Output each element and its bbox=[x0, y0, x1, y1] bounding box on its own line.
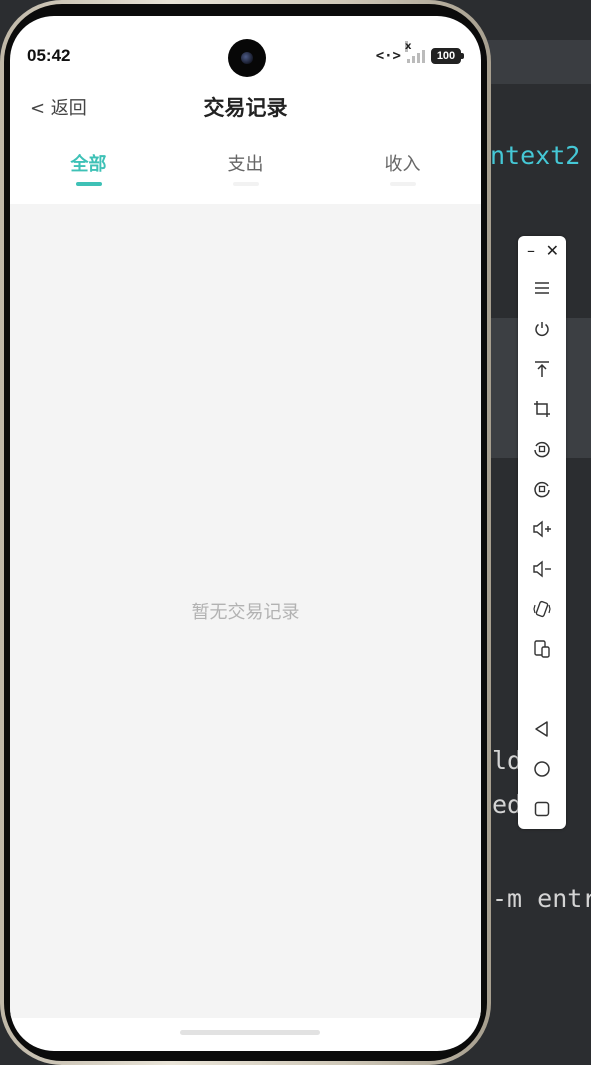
phone-frame: 05:42 <·> x 100 < 返回 交易记录 全部 支出 收入 暂无交易记… bbox=[0, 0, 491, 1065]
close-button[interactable]: ✕ bbox=[546, 242, 559, 266]
status-time: 05:42 bbox=[27, 46, 71, 65]
back-icon bbox=[535, 721, 548, 737]
phone-screen: 05:42 <·> x 100 < 返回 交易记录 全部 支出 收入 暂无交易记… bbox=[10, 16, 481, 1051]
shake-icon bbox=[533, 600, 551, 618]
emulator-toolbar-header: – ✕ bbox=[518, 236, 566, 266]
page-title: 交易记录 bbox=[203, 96, 288, 120]
volume-up-button[interactable] bbox=[518, 514, 566, 544]
tab-indicator bbox=[75, 182, 102, 186]
no-signal-mark: x bbox=[405, 41, 412, 52]
tab-label: 全部 bbox=[70, 154, 107, 175]
tab-label: 收入 bbox=[384, 154, 421, 175]
battery-icon: 100 bbox=[431, 48, 464, 64]
volume-up-icon bbox=[533, 520, 551, 538]
rotate-left-icon bbox=[534, 441, 550, 458]
tab-indicator bbox=[232, 182, 259, 186]
rotate-left-button[interactable] bbox=[518, 434, 566, 464]
multi-device-button[interactable] bbox=[518, 634, 566, 664]
rotate-right-icon bbox=[534, 481, 550, 498]
pin-top-icon bbox=[535, 361, 549, 377]
shake-button[interactable] bbox=[518, 594, 566, 624]
volume-down-button[interactable] bbox=[518, 554, 566, 584]
crop-icon bbox=[534, 401, 550, 417]
power-icon bbox=[535, 322, 549, 337]
menu-icon bbox=[535, 282, 549, 294]
multi-device-icon bbox=[534, 640, 550, 658]
empty-state-message: 暂无交易记录 bbox=[191, 602, 300, 623]
front-camera bbox=[228, 39, 266, 77]
home-icon bbox=[534, 761, 550, 777]
menu-button[interactable] bbox=[518, 273, 566, 303]
network-activity-icon: <·> bbox=[375, 48, 401, 64]
tab-indicator bbox=[389, 182, 416, 186]
crop-button[interactable] bbox=[518, 394, 566, 424]
tab-bar: 全部 支出 收入 bbox=[10, 146, 481, 204]
status-icons: <·> x 100 bbox=[375, 41, 464, 64]
tab-income[interactable]: 收入 bbox=[324, 146, 481, 204]
recents-nav-button[interactable] bbox=[518, 794, 566, 824]
nav-header: < 返回 交易记录 bbox=[10, 78, 481, 138]
volume-down-icon bbox=[533, 560, 551, 578]
tab-label: 支出 bbox=[227, 154, 264, 175]
rotate-right-button[interactable] bbox=[518, 474, 566, 504]
signal-icon: x bbox=[405, 41, 425, 63]
transaction-list: 暂无交易记录 bbox=[10, 204, 481, 1018]
status-bar: 05:42 <·> x 100 bbox=[10, 16, 481, 77]
tab-expense[interactable]: 支出 bbox=[167, 146, 324, 204]
home-indicator[interactable] bbox=[180, 1030, 320, 1035]
tab-all[interactable]: 全部 bbox=[10, 146, 167, 204]
ide-code-line: ntext2 bbox=[490, 141, 581, 170]
phone-bezel: 05:42 <·> x 100 < 返回 交易记录 全部 支出 收入 暂无交易记… bbox=[4, 4, 487, 1061]
pin-top-button[interactable] bbox=[518, 354, 566, 384]
minimize-button[interactable]: – bbox=[527, 242, 535, 266]
ide-code-line: -m entr bbox=[492, 884, 591, 913]
recents-icon bbox=[534, 801, 550, 817]
power-button[interactable] bbox=[518, 314, 566, 344]
ide-toolbar-band bbox=[481, 40, 591, 84]
emulator-toolbar: – ✕ bbox=[518, 236, 566, 829]
home-nav-button[interactable] bbox=[518, 754, 566, 784]
back-nav-button[interactable] bbox=[518, 714, 566, 744]
